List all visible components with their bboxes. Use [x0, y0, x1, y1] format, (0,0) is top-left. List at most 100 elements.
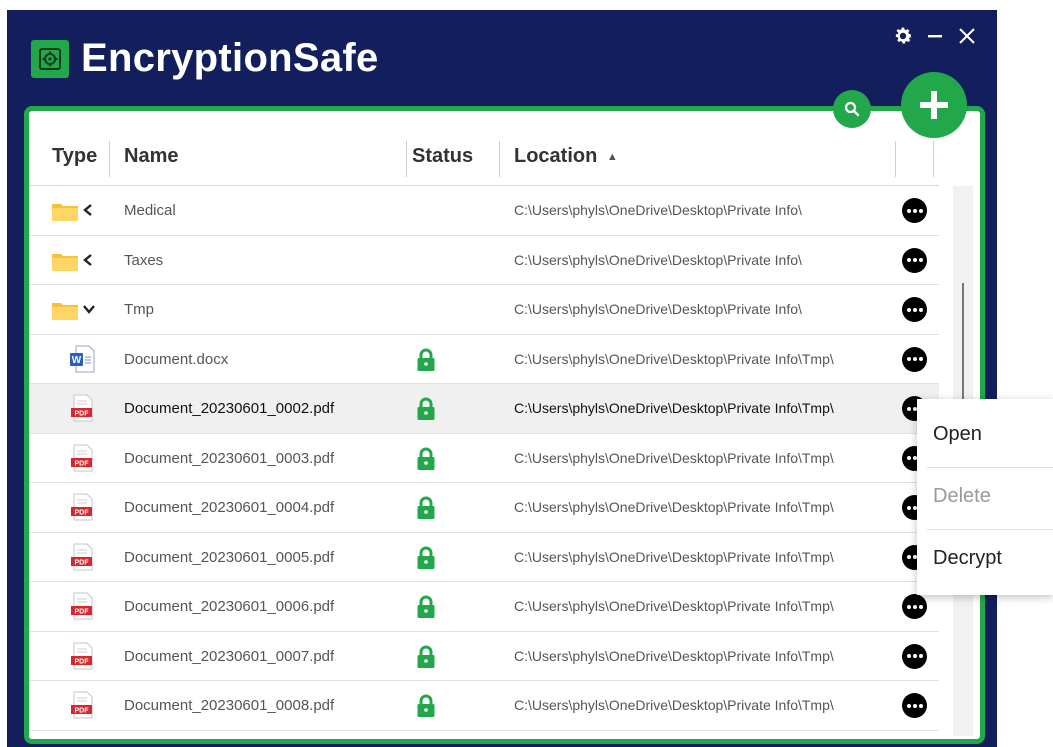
row-location: C:\Users\phyls\OneDrive\Desktop\Private … — [514, 251, 802, 268]
close-icon[interactable] — [955, 24, 979, 48]
row-name: Tmp — [124, 301, 154, 318]
table-row[interactable]: PDF Document_20230601_0005.pdf C:\Users\ph… — [29, 533, 939, 582]
row-location: C:\Users\phyls\OneDrive\Desktop\Private … — [514, 598, 834, 614]
pdf-icon: PDF — [69, 444, 95, 477]
table-row[interactable]: PDF Document_20230601_0002.pdf C:\Users\ph… — [29, 384, 939, 434]
table-row[interactable]: Tmp C:\Users\phyls\OneDrive\Desktop\Priva… — [29, 285, 939, 335]
row-name: Document_20230601_0007.pdf — [124, 647, 335, 665]
row-name: Document_20230601_0003.pdf — [124, 449, 335, 467]
app-title: EncryptionSafe — [81, 36, 379, 80]
row-name: Document_20230601_0006.pdf — [124, 598, 335, 615]
more-options-icon[interactable] — [902, 198, 927, 223]
column-name[interactable]: Name — [124, 139, 178, 173]
table-row[interactable]: PDF Document_20230601_0008.pdf C:\Users\ph… — [29, 681, 939, 731]
folder-icon — [51, 200, 79, 227]
lock-icon — [416, 645, 436, 669]
column-location[interactable]: Location ▲ — [514, 139, 618, 173]
more-options-icon[interactable] — [902, 297, 927, 322]
row-type-cell: PDF — [51, 493, 101, 521]
lock-icon — [416, 496, 436, 520]
table-row[interactable]: PDF Document_20230601_0007.pdf C:\Users\ph… — [29, 632, 939, 681]
row-name: Document_20230601_0008.pdf — [124, 697, 335, 714]
more-options-icon[interactable] — [902, 594, 927, 619]
row-type-cell: PDF — [51, 691, 101, 719]
row-type-cell — [51, 297, 101, 323]
sort-ascending-icon: ▲ — [606, 150, 618, 163]
context-menu-decrypt[interactable]: Decrypt — [933, 547, 1002, 570]
search-button[interactable] — [833, 90, 871, 128]
row-name: Document.docx — [124, 350, 229, 368]
column-location-label: Location — [514, 145, 598, 167]
lock-icon — [416, 546, 436, 570]
chevron-down-icon[interactable] — [82, 302, 96, 320]
row-location: C:\Users\phyls\OneDrive\Desktop\Private … — [514, 548, 834, 565]
context-menu-delete: Delete — [933, 485, 991, 507]
more-options-icon[interactable] — [902, 643, 927, 669]
context-menu: Open Delete Decrypt — [917, 399, 1053, 595]
pdf-icon: PDF — [69, 642, 95, 675]
row-name: Document_20230601_0005.pdf — [124, 548, 335, 566]
column-divider[interactable] — [499, 141, 500, 177]
svg-text:PDF: PDF — [75, 510, 90, 517]
table-row[interactable]: PDF Document_20230601_0004.pdf C:\Users\ph… — [29, 483, 939, 533]
column-divider[interactable] — [406, 141, 407, 177]
file-list-panel: Type Name Status Location ▲ Medical C:\Us… — [24, 106, 985, 744]
folder-icon — [51, 299, 79, 326]
row-type-cell — [51, 198, 101, 224]
context-menu-divider — [927, 529, 1053, 530]
row-name: Document_20230601_0002.pdf — [124, 400, 335, 417]
lock-icon — [416, 595, 436, 619]
lock-icon — [416, 447, 436, 471]
settings-icon[interactable] — [891, 24, 915, 48]
more-options-icon[interactable] — [902, 346, 927, 372]
table-row[interactable]: Medical C:\Users\phyls\OneDrive\Desktop\P… — [29, 186, 939, 236]
file-rows: Medical C:\Users\phyls\OneDrive\Desktop\P… — [29, 186, 939, 731]
app-window: EncryptionSafe Type Name Status Location… — [7, 10, 997, 747]
folder-icon — [51, 250, 79, 277]
table-row[interactable]: PDF Document_20230601_0003.pdf C:\Users\ph… — [29, 434, 939, 483]
row-location: C:\Users\phyls\OneDrive\Desktop\Private … — [514, 301, 802, 317]
svg-text:PDF: PDF — [75, 411, 90, 418]
column-divider[interactable] — [895, 141, 896, 177]
row-location: C:\Users\phyls\OneDrive\Desktop\Private … — [514, 499, 834, 515]
row-location: C:\Users\phyls\OneDrive\Desktop\Private … — [514, 449, 834, 466]
svg-text:PDF: PDF — [75, 559, 90, 566]
row-location: C:\Users\phyls\OneDrive\Desktop\Private … — [514, 697, 834, 713]
svg-text:PDF: PDF — [75, 658, 90, 665]
pdf-icon: PDF — [69, 493, 95, 526]
column-status[interactable]: Status — [412, 139, 473, 173]
more-options-icon[interactable] — [902, 247, 927, 273]
row-location: C:\Users\phyls\OneDrive\Desktop\Private … — [514, 202, 802, 218]
table-row[interactable]: PDF Document_20230601_0006.pdf C:\Users\ph… — [29, 582, 939, 632]
more-options-icon[interactable] — [902, 693, 927, 718]
row-type-cell: PDF — [51, 394, 101, 422]
lock-icon — [416, 397, 436, 421]
minimize-icon[interactable] — [923, 24, 947, 48]
row-type-cell — [51, 248, 101, 274]
svg-text:PDF: PDF — [75, 460, 90, 467]
lock-icon — [416, 694, 436, 718]
table-row[interactable]: W Document.docx C:\Users\phyls\OneDrive\De… — [29, 335, 939, 384]
table-header: Type Name Status Location ▲ — [29, 111, 939, 186]
plus-icon — [920, 91, 948, 119]
row-type-cell: PDF — [51, 444, 101, 472]
chevron-left-icon[interactable] — [82, 203, 94, 222]
search-icon — [844, 101, 860, 117]
svg-text:PDF: PDF — [75, 708, 90, 715]
pdf-icon: PDF — [69, 543, 95, 576]
add-file-button[interactable] — [901, 72, 967, 138]
row-name: Document_20230601_0004.pdf — [124, 499, 335, 516]
row-location: C:\Users\phyls\OneDrive\Desktop\Private … — [514, 647, 834, 664]
row-location: C:\Users\phyls\OneDrive\Desktop\Private … — [514, 400, 834, 416]
row-type-cell: PDF — [51, 592, 101, 620]
table-row[interactable]: Taxes C:\Users\phyls\OneDrive\Desktop\Pri… — [29, 236, 939, 285]
column-divider[interactable] — [933, 141, 934, 177]
chevron-left-icon[interactable] — [82, 253, 94, 272]
context-menu-open[interactable]: Open — [933, 423, 982, 446]
column-divider[interactable] — [109, 141, 110, 177]
column-type[interactable]: Type — [52, 139, 97, 173]
svg-text:PDF: PDF — [75, 609, 90, 616]
row-name: Taxes — [124, 251, 164, 269]
row-name: Medical — [124, 202, 176, 219]
pdf-icon: PDF — [69, 592, 95, 625]
